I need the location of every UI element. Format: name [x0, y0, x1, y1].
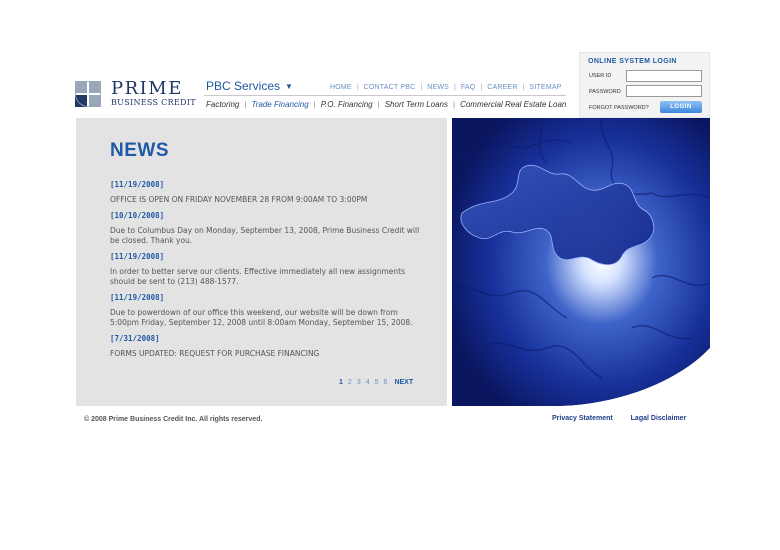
nav-divider: | [377, 99, 380, 109]
news-text: In order to better serve our clients. Ef… [110, 267, 405, 286]
news-item: [11/19/2008] Due to powerdown of our off… [110, 293, 420, 328]
legal-disclaimer-link[interactable]: Lagal Disclaimer [631, 415, 687, 422]
privacy-statement-link[interactable]: Privacy Statement [552, 415, 613, 422]
news-date-link[interactable]: [10/10/2008] [110, 211, 420, 221]
nav-link-home[interactable]: HOME [330, 84, 352, 91]
service-link-short-term-loans[interactable]: Short Term Loans [385, 100, 448, 109]
nav-divider: | [522, 83, 525, 91]
page-link-2[interactable]: 2 [348, 379, 352, 386]
news-item: [11/19/2008] OFFICE IS OPEN ON FRIDAY NO… [110, 180, 420, 205]
news-text: Due to powerdown of our office this week… [110, 308, 413, 327]
nav-link-career[interactable]: CAREER [487, 84, 517, 91]
news-text: FORMS UPDATED: REQUEST FOR PURCHASE FINA… [110, 349, 320, 358]
nav-divider: | [453, 99, 456, 109]
password-label: PASSWORD [589, 89, 621, 95]
nav-link-contact[interactable]: CONTACT PBC [364, 84, 416, 91]
news-text: OFFICE IS OPEN ON FRIDAY NOVEMBER 28 FRO… [110, 195, 368, 204]
news-pagination: 1 2 3 4 5 6 NEXT [339, 379, 413, 386]
service-link-commercial-real-estate-loan[interactable]: Commercial Real Estate Loan [460, 100, 566, 109]
news-date-link[interactable]: [7/31/2008] [110, 334, 420, 344]
user-id-label: USER ID [589, 73, 612, 79]
nav-divider: | [454, 83, 456, 91]
logo-subtitle: BUSINESS CREDIT [111, 98, 196, 107]
next-page-link[interactable]: NEXT [394, 379, 413, 386]
pbc-services-dropdown[interactable]: PBC Services ▼ [206, 79, 293, 93]
forgot-password-link[interactable]: FORGOT PASSWORD? [589, 105, 649, 111]
news-item: [10/10/2008] Due to Columbus Day on Mond… [110, 211, 420, 246]
nav-divider: | [313, 99, 316, 109]
nav-divider: | [244, 99, 247, 109]
logo-wordmark: PRIME [111, 78, 183, 99]
hero-puzzle-image [452, 118, 710, 406]
service-link-factoring[interactable]: Factoring [206, 100, 239, 109]
page-link-1[interactable]: 1 [339, 379, 343, 386]
pbc-services-label: PBC Services [206, 79, 281, 93]
nav-link-sitemap[interactable]: SITEMAP [529, 84, 561, 91]
company-logo[interactable]: PRIME BUSINESS CREDIT [75, 78, 196, 110]
page-link-5[interactable]: 5 [375, 379, 379, 386]
nav-link-faq[interactable]: FAQ [461, 84, 476, 91]
nav-divider: | [420, 83, 423, 91]
copyright-text: © 2008 Prime Business Credit Inc. All ri… [84, 416, 263, 423]
login-button[interactable]: LOGIN [660, 101, 702, 113]
login-panel: ONLINE SYSTEM LOGIN USER ID PASSWORD FOR… [579, 52, 710, 118]
page-link-4[interactable]: 4 [366, 379, 370, 386]
news-list: [11/19/2008] OFFICE IS OPEN ON FRIDAY NO… [110, 180, 420, 365]
top-nav: HOME | CONTACT PBC | NEWS | FAQ | CAREER | SI… [330, 82, 562, 92]
password-field[interactable] [626, 85, 702, 97]
service-link-po-financing[interactable]: P.O. Financing [321, 100, 373, 109]
news-date-link[interactable]: [11/19/2008] [110, 252, 420, 262]
chevron-down-icon: ▼ [285, 82, 293, 91]
news-heading: NEWS [110, 140, 169, 161]
news-date-link[interactable]: [11/19/2008] [110, 293, 420, 303]
nav-divider: | [480, 83, 483, 91]
news-date-link[interactable]: [11/19/2008] [110, 180, 420, 190]
page-link-3[interactable]: 3 [357, 379, 361, 386]
logo-mark-icon [75, 81, 101, 107]
news-item: [7/31/2008] FORMS UPDATED: REQUEST FOR P… [110, 334, 420, 359]
page-link-6[interactable]: 6 [384, 379, 388, 386]
nav-divider: | [356, 83, 359, 91]
footer-links: Privacy Statement Lagal Disclaimer [552, 415, 686, 422]
service-link-trade-financing[interactable]: Trade Financing [251, 100, 308, 109]
user-id-field[interactable] [626, 70, 702, 82]
nav-link-news[interactable]: NEWS [427, 84, 449, 91]
nav-divider-line [204, 95, 566, 96]
news-text: Due to Columbus Day on Monday, September… [110, 226, 420, 245]
news-item: [11/19/2008] In order to better serve ou… [110, 252, 420, 287]
services-nav: Factoring | Trade Financing | P.O. Financi… [206, 98, 566, 110]
login-title: ONLINE SYSTEM LOGIN [588, 58, 677, 65]
news-panel: NEWS [11/19/2008] OFFICE IS OPEN ON FRID… [76, 118, 447, 406]
